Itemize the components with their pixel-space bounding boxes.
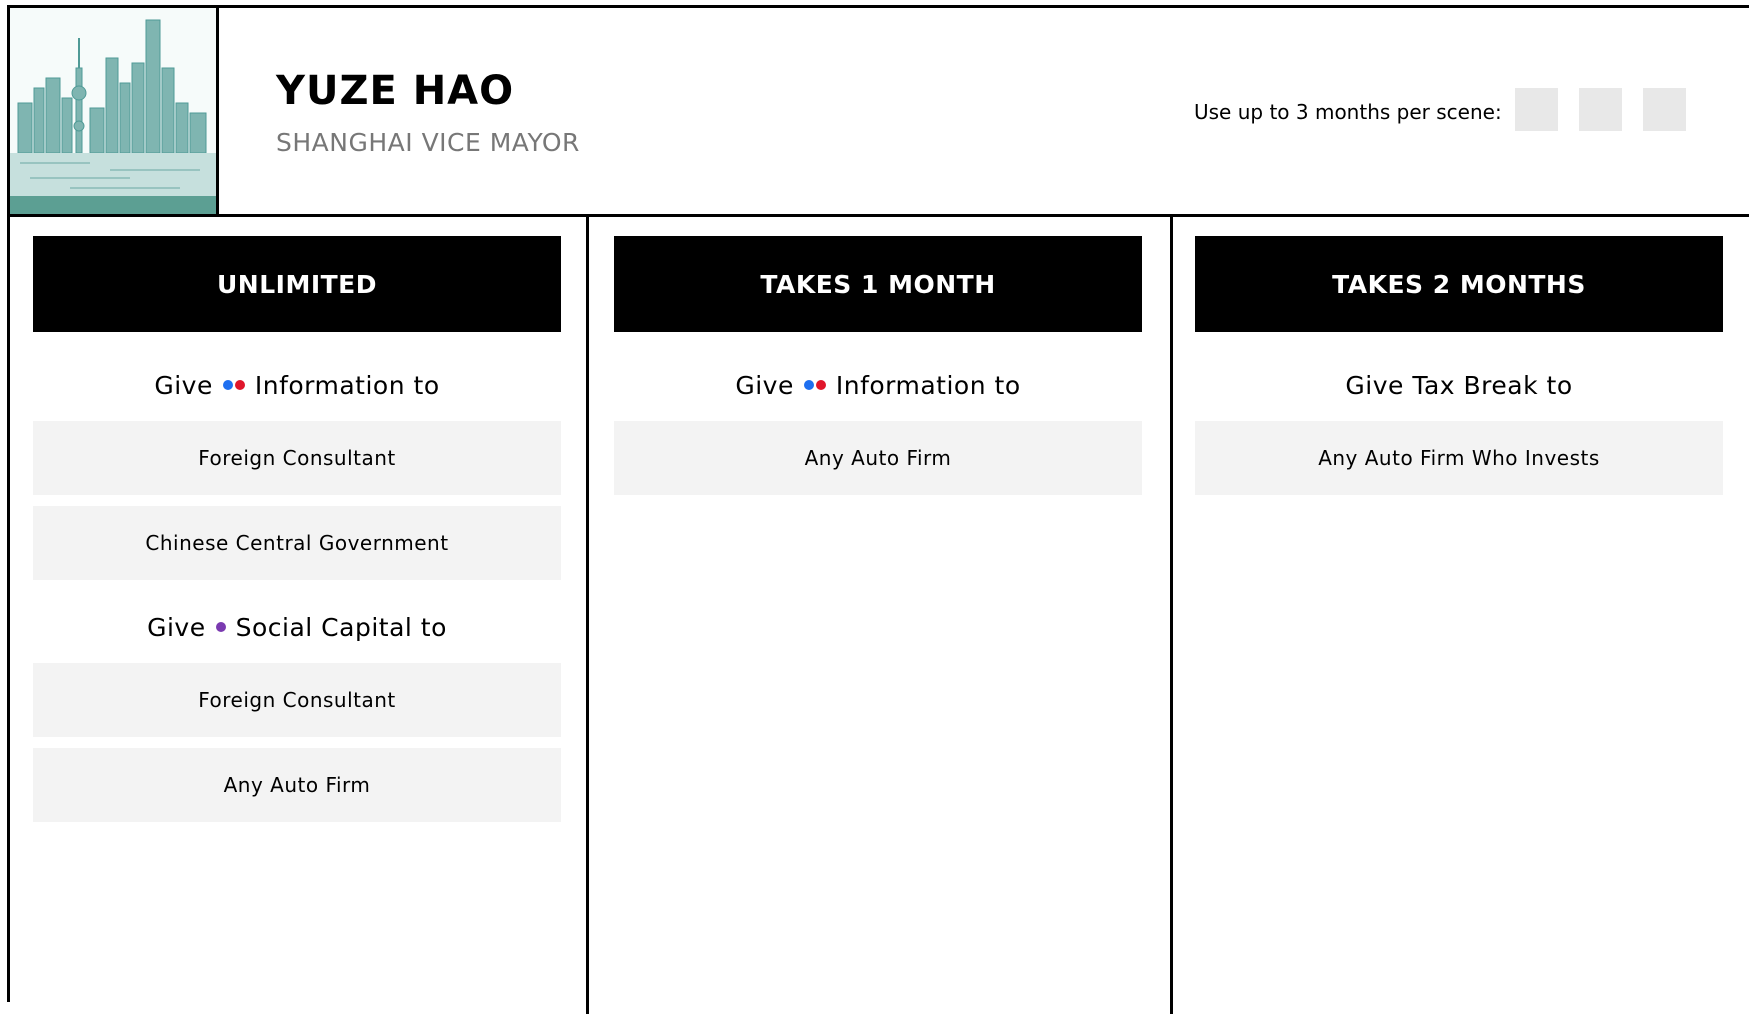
section-title: Give Information to [33, 358, 561, 412]
column-divider [1170, 214, 1173, 1014]
shanghai-skyline-image [10, 8, 219, 214]
section-title-end: Information to [254, 370, 440, 400]
skyline-illustration [10, 8, 216, 214]
red-token-icon [815, 380, 826, 390]
blue-token-icon [803, 380, 814, 390]
month-slot[interactable] [1579, 88, 1622, 131]
month-slot[interactable] [1515, 88, 1558, 131]
resource-dots [222, 380, 246, 390]
character-header: YUZE HAO SHANGHAI VICE MAYOR Use up to 3… [10, 8, 1749, 217]
section-title-start: Give [735, 370, 794, 400]
purple-token-icon [215, 622, 226, 632]
month-slot[interactable] [1643, 88, 1686, 131]
months-per-scene-label: Use up to 3 months per scene: [1194, 100, 1502, 124]
column-divider [586, 214, 589, 1014]
section-title-start: Give [147, 612, 206, 642]
action-column: UNLIMITED Give Information to Foreign Consu… [33, 236, 561, 833]
action-option[interactable]: Foreign Consultant [33, 663, 561, 737]
column-header: UNLIMITED [33, 236, 561, 332]
blue-token-icon [222, 380, 233, 390]
red-token-icon [234, 380, 245, 390]
action-column: TAKES 1 MONTH Give Information to Any Auto … [614, 236, 1142, 506]
resource-dots [215, 622, 227, 632]
character-name: YUZE HAO [276, 68, 515, 114]
section-title: Give Social Capital to [33, 600, 561, 654]
action-column: TAKES 2 MONTHS Give Tax Break to Any Auto … [1195, 236, 1723, 506]
action-board: YUZE HAO SHANGHAI VICE MAYOR Use up to 3… [7, 5, 1749, 1014]
section-title-start: Give [154, 370, 213, 400]
action-option[interactable]: Chinese Central Government [33, 506, 561, 580]
section-title-end: Information to [835, 370, 1021, 400]
section-title-start: Give Tax Break to [1345, 370, 1573, 400]
action-option[interactable]: Foreign Consultant [33, 421, 561, 495]
section-title: Give Tax Break to [1195, 358, 1723, 412]
section-title: Give Information to [614, 358, 1142, 412]
action-option[interactable]: Any Auto Firm [33, 748, 561, 822]
column-header: TAKES 2 MONTHS [1195, 236, 1723, 332]
column-header: TAKES 1 MONTH [614, 236, 1142, 332]
action-option[interactable]: Any Auto Firm Who Invests [1195, 421, 1723, 495]
action-option[interactable]: Any Auto Firm [614, 421, 1142, 495]
character-role: SHANGHAI VICE MAYOR [276, 128, 580, 157]
section-title-end: Social Capital to [235, 612, 447, 642]
resource-dots [803, 380, 827, 390]
